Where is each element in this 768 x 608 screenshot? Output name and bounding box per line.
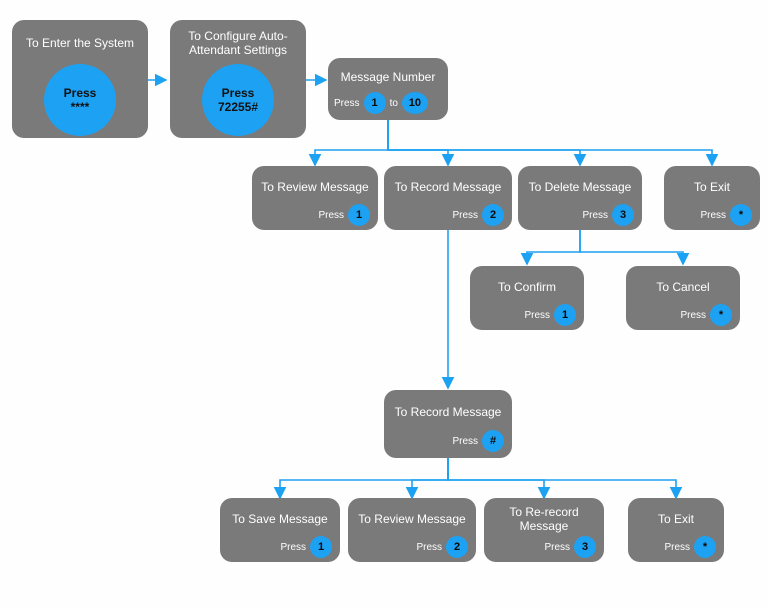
key-circle: 1 [554, 304, 576, 326]
keypad-code: **** [71, 100, 90, 114]
press-label: Press [280, 542, 306, 553]
node-enter-system: To Enter the System Press**** [12, 20, 148, 138]
node-title: To Enter the System [12, 20, 148, 62]
node-title: To Re-record Message [484, 498, 604, 536]
press-row: Press 1 [220, 536, 340, 564]
to-label: to [390, 98, 398, 109]
key-circle: 2 [482, 204, 504, 226]
node-title: To Cancel [626, 266, 740, 304]
press-row: Press 1 [252, 204, 378, 232]
key-circle: * [710, 304, 732, 326]
press-label: Press [416, 542, 442, 553]
press-label: Press [700, 210, 726, 221]
press-row: Press 2 [384, 204, 512, 232]
press-row: Press 1 to 10 [328, 92, 448, 120]
key-circle: # [482, 430, 504, 452]
key-circle: * [694, 536, 716, 558]
node-title: To Review Message [348, 498, 476, 536]
key-circle: * [730, 204, 752, 226]
keypad-circle: Press72255# [204, 66, 272, 134]
press-label: Press [452, 436, 478, 447]
node-title: To Delete Message [518, 166, 642, 204]
node-title: To Exit [664, 166, 760, 204]
key-circle: 10 [402, 92, 428, 114]
press-label: Press [334, 98, 360, 109]
press-row: Press 1 [470, 304, 584, 332]
keypad-code: 72255# [218, 100, 258, 114]
keypad-circle: Press**** [46, 66, 114, 134]
key-circle: 3 [574, 536, 596, 558]
node-record-message: To Record Message Press 2 [384, 166, 512, 230]
node-message-number: Message Number Press 1 to 10 [328, 58, 448, 120]
node-configure-auto-attendant: To Configure Auto-Attendant Settings Pre… [170, 20, 306, 138]
press-row: Press # [384, 430, 512, 458]
node-delete-message: To Delete Message Press 3 [518, 166, 642, 230]
press-label: Press [680, 310, 706, 321]
node-review-message-3: To Review Message Press 2 [348, 498, 476, 562]
press-row: Press 2 [348, 536, 476, 564]
press-label: Press [524, 310, 550, 321]
press-row: Press * [664, 204, 760, 232]
key-circle: 2 [446, 536, 468, 558]
press-label: Press [582, 210, 608, 221]
press-label: Press [222, 86, 255, 100]
node-title: To Record Message [384, 166, 512, 204]
press-row: Press * [626, 304, 740, 332]
node-rerecord-message: To Re-record Message Press 3 [484, 498, 604, 562]
press-row: Press 3 [484, 536, 604, 564]
node-title: To Configure Auto-Attendant Settings [170, 20, 306, 62]
node-cancel: To Cancel Press * [626, 266, 740, 330]
node-save-message: To Save Message Press 1 [220, 498, 340, 562]
press-row: Press * [628, 536, 724, 564]
press-row: Press 3 [518, 204, 642, 232]
press-label: Press [452, 210, 478, 221]
node-confirm: To Confirm Press 1 [470, 266, 584, 330]
node-title: To Save Message [220, 498, 340, 536]
press-label: Press [64, 86, 97, 100]
node-exit-3: To Exit Press * [628, 498, 724, 562]
node-record-message-2: To Record Message Press # [384, 390, 512, 458]
diagram-stage: To Enter the System Press**** To Configu… [0, 0, 768, 608]
press-label: Press [318, 210, 344, 221]
node-title: To Record Message [384, 390, 512, 430]
node-title: To Confirm [470, 266, 584, 304]
node-title: Message Number [328, 58, 448, 92]
press-label: Press [664, 542, 690, 553]
key-circle: 1 [364, 92, 386, 114]
key-circle: 3 [612, 204, 634, 226]
key-circle: 1 [348, 204, 370, 226]
node-exit: To Exit Press * [664, 166, 760, 230]
press-label: Press [544, 542, 570, 553]
node-title: To Exit [628, 498, 724, 536]
node-title: To Review Message [252, 166, 378, 204]
key-circle: 1 [310, 536, 332, 558]
node-review-message: To Review Message Press 1 [252, 166, 378, 230]
